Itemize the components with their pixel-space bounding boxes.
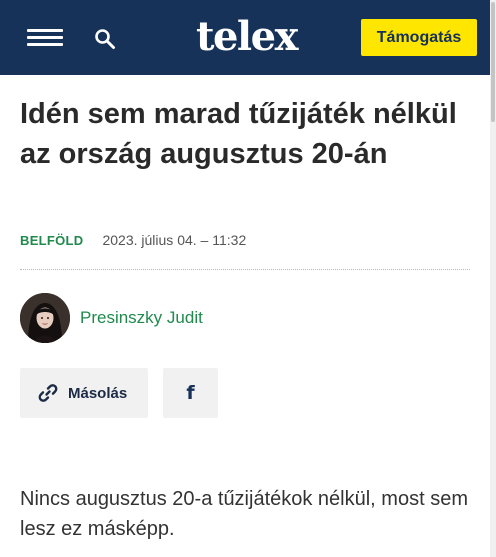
search-icon[interactable]	[93, 27, 117, 51]
article-date: 2023. július 04. – 11:32	[102, 232, 247, 248]
meta-divider	[20, 269, 470, 270]
author-link[interactable]: Presinszky Judit	[20, 293, 203, 343]
article-meta: BELFÖLD 2023. július 04. – 11:32	[20, 230, 246, 250]
page-scrollbar[interactable]	[490, 0, 496, 557]
facebook-icon: f	[186, 382, 195, 404]
site-logo[interactable]: telex	[196, 14, 298, 60]
article-category-link[interactable]: BELFÖLD	[20, 233, 83, 248]
article-lead: Nincs augusztus 20-a tűzijátékok nélkül,…	[20, 488, 468, 540]
hamburger-menu-icon[interactable]	[27, 26, 63, 50]
copy-link-label: Másolás	[68, 384, 128, 402]
support-button[interactable]: Támogatás	[361, 19, 477, 56]
author-avatar	[20, 293, 70, 343]
author-name[interactable]: Presinszky Judit	[80, 308, 203, 328]
article-title: Idén sem marad tűzijáték nélkül az orszá…	[20, 98, 457, 170]
facebook-share-button[interactable]: f	[163, 368, 218, 418]
link-icon	[38, 383, 58, 403]
copy-link-button[interactable]: Másolás	[20, 368, 148, 418]
site-header: telex Támogatás	[0, 0, 490, 75]
scrollbar-thumb[interactable]	[491, 2, 495, 122]
